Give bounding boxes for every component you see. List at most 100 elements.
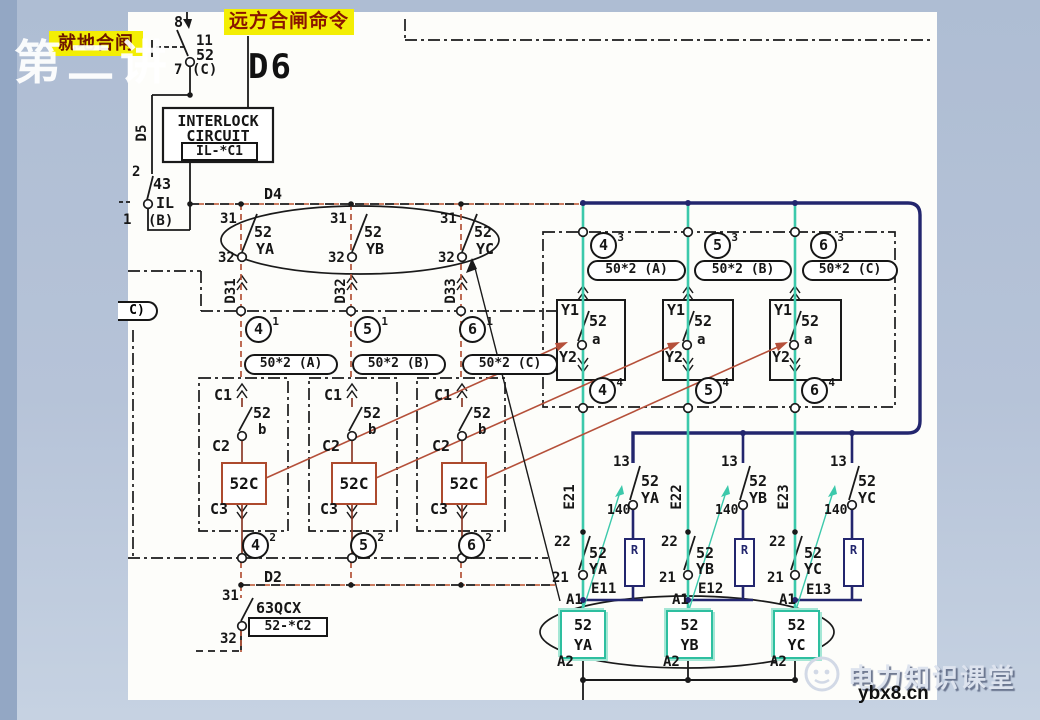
device-52: 52 (363, 404, 382, 422)
terminal-140: 140 (824, 503, 848, 518)
node-superscript: 3 (617, 231, 624, 244)
device-52: 52 (858, 472, 877, 490)
terminal-a2: A2 (770, 654, 787, 670)
terminal-a2: A2 (663, 654, 680, 670)
node-superscript: 4 (616, 376, 623, 389)
node-superscript: 4 (722, 376, 729, 389)
brand-logo-icon (804, 656, 840, 692)
terminal-21: 21 (659, 570, 676, 586)
terminal-13: 13 (613, 454, 630, 470)
brand-site-url: ybx8.cn (858, 683, 929, 704)
relay-50-2-a: 50*2 (A) (587, 260, 686, 281)
terminal-y2: Y2 (772, 348, 791, 366)
device-52: 52 (589, 312, 608, 330)
phase-ya: YA (641, 489, 660, 507)
pb-terminal-8: 8 (174, 13, 184, 31)
node-circle: 43 (590, 231, 624, 259)
terminal-c3: C3 (320, 500, 339, 518)
terminal-32: 32 (220, 631, 237, 647)
node-superscript: 1 (272, 315, 279, 328)
sw43-terminal-1: 1 (123, 212, 132, 228)
terminal-a2: A2 (557, 654, 574, 670)
node-circle: 63 (810, 231, 844, 259)
sw43-terminal-2: 2 (132, 164, 141, 180)
phase-ya: YA (256, 240, 275, 258)
node-circle: 44 (589, 376, 623, 404)
device-52: 52 (254, 223, 273, 241)
terminal-21: 21 (552, 570, 569, 586)
phase-yb: YB (749, 489, 768, 507)
terminal-y1: Y1 (667, 301, 686, 319)
node-superscript: 3 (731, 231, 738, 244)
contact-a: a (804, 332, 813, 348)
pb-device-52: 52 (196, 46, 215, 64)
sw43-phase-b: (B) (148, 213, 174, 229)
slide: 8 11 52 (C) 7 D6 INTERLOCK CIRCUIT IL-*C… (0, 0, 1040, 720)
wire-label-e13: E13 (806, 582, 832, 598)
node-circle: 64 (801, 376, 835, 404)
terminal-a1: A1 (566, 592, 583, 608)
terminal-c2: C2 (432, 437, 451, 455)
terminal-140: 140 (607, 503, 631, 518)
sw43-device: 43 (153, 175, 172, 193)
discharge-resistor: R (624, 538, 645, 587)
node-circle: 61 (459, 315, 493, 343)
contact-b: b (258, 422, 267, 438)
contact-b: b (478, 422, 487, 438)
terminal-31: 31 (440, 211, 457, 227)
cutout-tag: 52-*C2 (248, 617, 328, 637)
device-52: 52 (694, 312, 713, 330)
wire-label-d32: D32 (333, 278, 349, 304)
terminal-31: 31 (222, 588, 239, 604)
device-52: 52 (473, 404, 492, 422)
edge-relay-tag: C) (118, 301, 158, 321)
node-circle: 53 (704, 231, 738, 259)
wire-label-d5: D5 (134, 124, 150, 142)
terminal-a1: A1 (779, 592, 796, 608)
node-circle: 51 (354, 315, 388, 343)
node-circle: 54 (695, 376, 729, 404)
relay-50-2-b: 50*2 (B) (694, 260, 792, 281)
device-63qcx: 63QCX (256, 599, 302, 617)
pb-terminal-7: 7 (174, 62, 183, 78)
closing-coil-52c: 52C (221, 462, 267, 505)
node-circle: 52 (350, 531, 384, 559)
relay-50-2-c: 50*2 (C) (802, 260, 898, 281)
device-52: 52 (364, 223, 383, 241)
contact-a: a (697, 332, 706, 348)
wire-label-e12: E12 (698, 581, 724, 597)
node-superscript: 1 (486, 315, 493, 328)
terminal-22: 22 (769, 534, 786, 550)
terminal-c1: C1 (214, 386, 233, 404)
terminal-c3: C3 (430, 500, 449, 518)
terminal-a1: A1 (672, 592, 689, 608)
node-superscript: 4 (828, 376, 835, 389)
discharge-resistor: R (843, 538, 864, 587)
node-circle: 41 (245, 315, 279, 343)
wire-label-e21: E21 (562, 484, 578, 510)
terminal-c3: C3 (210, 500, 229, 518)
phase-yc: YC (476, 240, 495, 258)
device-52: 52 (253, 404, 272, 422)
device-52: 52 (749, 472, 768, 490)
terminal-32: 32 (328, 250, 345, 266)
device-52: 52 (474, 223, 493, 241)
terminal-22: 22 (661, 534, 678, 550)
phase-ya: YA (589, 560, 608, 578)
phase-yb: YB (366, 240, 385, 258)
node-circle: 62 (458, 531, 492, 559)
wire-label-d33: D33 (443, 278, 459, 304)
terminal-140: 140 (715, 503, 739, 518)
sw43-device-il: IL (156, 194, 175, 212)
wire-label-e11: E11 (591, 581, 617, 597)
relay-50-2-a: 50*2 (A) (244, 354, 338, 375)
device-52: 52 (589, 544, 608, 562)
terminal-c1: C1 (434, 386, 453, 404)
remote-close-callout: 远方合闸命令 (224, 9, 354, 35)
terminal-13: 13 (830, 454, 847, 470)
node-superscript: 2 (269, 531, 276, 544)
terminal-y1: Y1 (774, 301, 793, 319)
closing-coil-52c: 52C (331, 462, 377, 505)
wire-label-d31: D31 (223, 278, 239, 304)
discharge-resistor: R (734, 538, 755, 587)
